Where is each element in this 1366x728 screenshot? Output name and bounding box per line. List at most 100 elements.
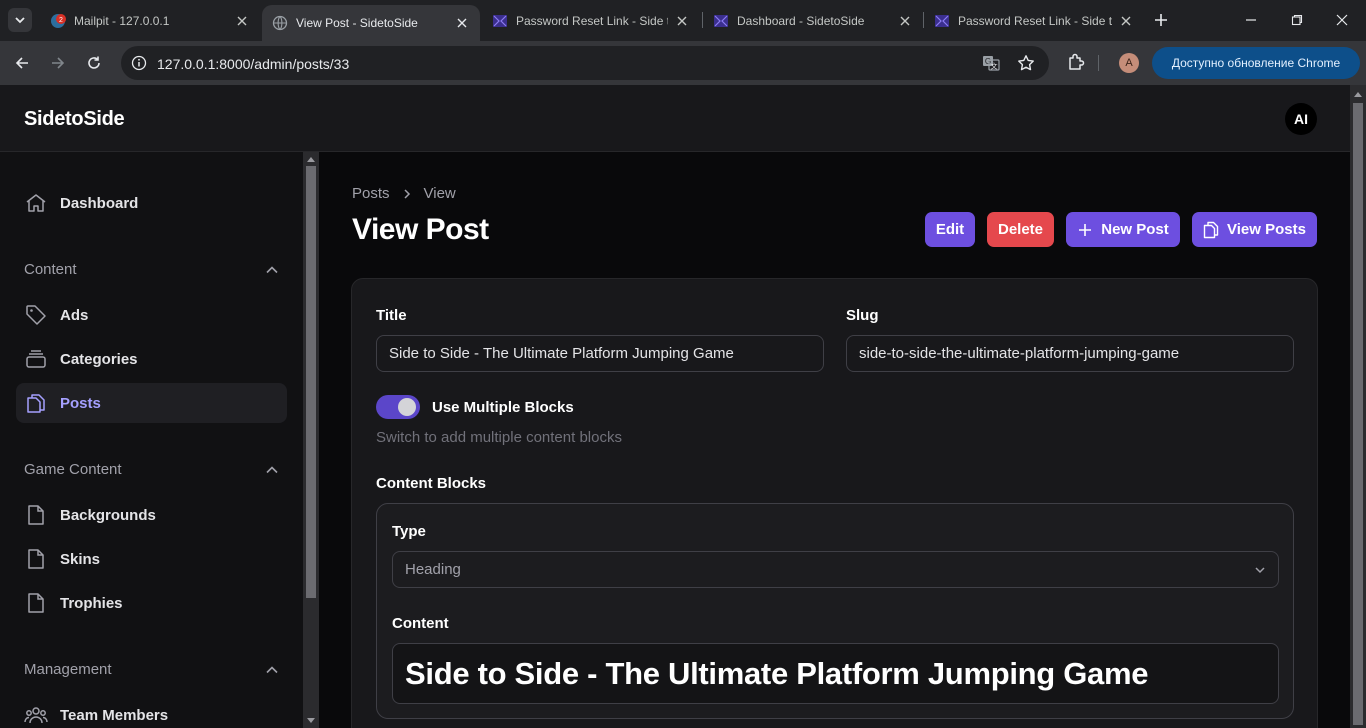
page-scrollbar-thumb[interactable] <box>1353 103 1363 725</box>
sidebar-group-management[interactable]: Management <box>24 661 279 678</box>
multiple-blocks-helper: Switch to add multiple content blocks <box>376 429 622 446</box>
delete-button-label: Delete <box>997 221 1044 238</box>
tab-view-post[interactable]: View Post - SidetoSide <box>262 5 480 41</box>
tab-title: View Post - SidetoSide <box>296 16 418 30</box>
type-select-value: Heading <box>405 561 461 578</box>
scroll-up-arrow-icon <box>1354 92 1362 97</box>
sidebar-group-game-content[interactable]: Game Content <box>24 461 279 478</box>
chrome-update-button[interactable]: Доступно обновление Chrome <box>1152 47 1360 79</box>
extensions-puzzle-icon[interactable] <box>1066 52 1086 72</box>
documents-icon <box>1203 221 1219 238</box>
delete-button[interactable]: Delete <box>987 212 1054 247</box>
breadcrumb: Posts View <box>352 185 456 202</box>
sidebar-item-label: Backgrounds <box>60 506 156 524</box>
url-text: 127.0.0.1:8000/admin/posts/33 <box>157 56 350 72</box>
user-avatar[interactable]: AI <box>1285 103 1317 135</box>
chevron-down-icon <box>1255 566 1265 573</box>
sidebar-group-label: Content <box>24 261 77 278</box>
app-header: SidetoSide AI <box>0 85 1350 152</box>
title-field[interactable]: Side to Side - The Ultimate Platform Jum… <box>376 335 824 372</box>
site-info-icon[interactable] <box>131 55 147 71</box>
sidebar-item-label: Skins <box>60 550 101 568</box>
new-tab-button[interactable] <box>1151 10 1171 30</box>
sidebar-scrollbar-thumb[interactable] <box>306 166 316 598</box>
page-title: View Post <box>352 213 489 246</box>
page-scrollbar[interactable] <box>1350 85 1366 728</box>
back-button[interactable] <box>11 52 33 74</box>
view-posts-button-label: View Posts <box>1227 221 1306 238</box>
arrow-left-icon <box>15 57 28 69</box>
type-label: Type <box>392 523 426 540</box>
sidebar-group-content[interactable]: Content <box>24 261 279 278</box>
close-icon[interactable] <box>674 13 690 29</box>
app-favicon-icon <box>492 13 508 29</box>
multiple-blocks-toggle[interactable] <box>376 395 420 419</box>
brand-logo[interactable]: SidetoSide <box>24 108 125 131</box>
close-icon[interactable] <box>454 15 470 31</box>
edit-button[interactable]: Edit <box>925 212 975 247</box>
sidebar-item-trophies[interactable]: Trophies <box>16 583 287 623</box>
toolbar-separator <box>1098 55 1099 71</box>
documents-icon <box>24 391 48 415</box>
sidebar-item-skins[interactable]: Skins <box>16 539 287 579</box>
main-content: Posts View View Post Edit Delete New Pos… <box>319 152 1350 728</box>
profile-avatar[interactable]: A <box>1119 53 1139 73</box>
tab-title: Password Reset Link - Side to <box>516 13 668 28</box>
slug-field[interactable]: side-to-side-the-ultimate-platform-jumpi… <box>846 335 1294 372</box>
tab-dashboard[interactable]: Dashboard - SidetoSide <box>703 6 923 35</box>
svg-text:文: 文 <box>991 62 998 71</box>
content-blocks-label: Content Blocks <box>376 475 487 492</box>
content-editor[interactable]: Side to Side - The Ultimate Platform Jum… <box>392 643 1279 704</box>
chevron-up-icon <box>266 465 278 473</box>
scroll-up-arrow-icon <box>307 157 315 162</box>
bookmark-star-icon[interactable] <box>1017 54 1035 72</box>
chevron-right-icon <box>403 188 410 199</box>
breadcrumb-posts-link[interactable]: Posts <box>352 185 390 202</box>
sidebar-item-dashboard[interactable]: Dashboard <box>16 183 287 223</box>
sidebar-item-backgrounds[interactable]: Backgrounds <box>16 495 287 535</box>
restore-icon <box>1291 14 1303 26</box>
arrow-right-icon <box>52 57 65 69</box>
sidebar-item-categories[interactable]: Categories <box>16 339 287 379</box>
type-select[interactable]: Heading <box>392 551 1279 588</box>
reload-button[interactable] <box>83 52 105 74</box>
address-bar[interactable]: 127.0.0.1:8000/admin/posts/33 G文 <box>121 46 1049 80</box>
browser-tab-strip: 2 Mailpit - 127.0.0.1 View Post - Sideto… <box>0 0 1366 41</box>
sidebar-item-label: Team Members <box>60 706 169 724</box>
tab-search-button[interactable] <box>8 8 32 32</box>
close-icon <box>1336 14 1348 26</box>
close-window-button[interactable] <box>1332 10 1352 30</box>
stack-icon <box>24 347 48 371</box>
tab-password-reset-2[interactable]: Password Reset Link - Side to <box>924 6 1144 35</box>
minimize-button[interactable] <box>1241 10 1261 30</box>
close-icon[interactable] <box>897 13 913 29</box>
tab-mailpit[interactable]: 2 Mailpit - 127.0.0.1 <box>40 6 260 35</box>
reload-icon <box>88 56 100 69</box>
sidebar-scrollbar[interactable] <box>303 152 319 728</box>
new-post-button[interactable]: New Post <box>1066 212 1180 247</box>
app-favicon-icon <box>713 13 729 29</box>
sidebar-item-label: Ads <box>60 306 89 324</box>
forward-button[interactable] <box>47 52 69 74</box>
sidebar-item-team-members[interactable]: Team Members <box>16 695 287 728</box>
edit-button-label: Edit <box>935 221 965 238</box>
close-icon[interactable] <box>1118 13 1134 29</box>
sidebar-item-ads[interactable]: Ads <box>16 295 287 335</box>
sidebar-item-posts[interactable]: Posts <box>16 383 287 423</box>
globe-icon <box>272 15 288 31</box>
restore-button[interactable] <box>1287 10 1307 30</box>
tab-title: Dashboard - SidetoSide <box>737 13 865 28</box>
sidebar-item-label: Trophies <box>60 594 123 612</box>
scroll-down-arrow-icon <box>307 718 315 723</box>
post-form-card: Title Side to Side - The Ultimate Platfo… <box>351 278 1318 728</box>
content-label: Content <box>392 615 449 632</box>
sidebar-group-label: Game Content <box>24 461 122 478</box>
toggle-knob <box>398 398 416 416</box>
view-posts-button[interactable]: View Posts <box>1192 212 1317 247</box>
sidebar-item-label: Dashboard <box>60 194 139 212</box>
close-icon[interactable] <box>234 13 250 29</box>
content-block: Type Heading Content Side to Side - The … <box>376 503 1294 719</box>
tab-password-reset-1[interactable]: Password Reset Link - Side to <box>482 6 700 35</box>
translate-icon[interactable]: G文 <box>982 54 1000 72</box>
minimize-icon <box>1246 19 1256 21</box>
